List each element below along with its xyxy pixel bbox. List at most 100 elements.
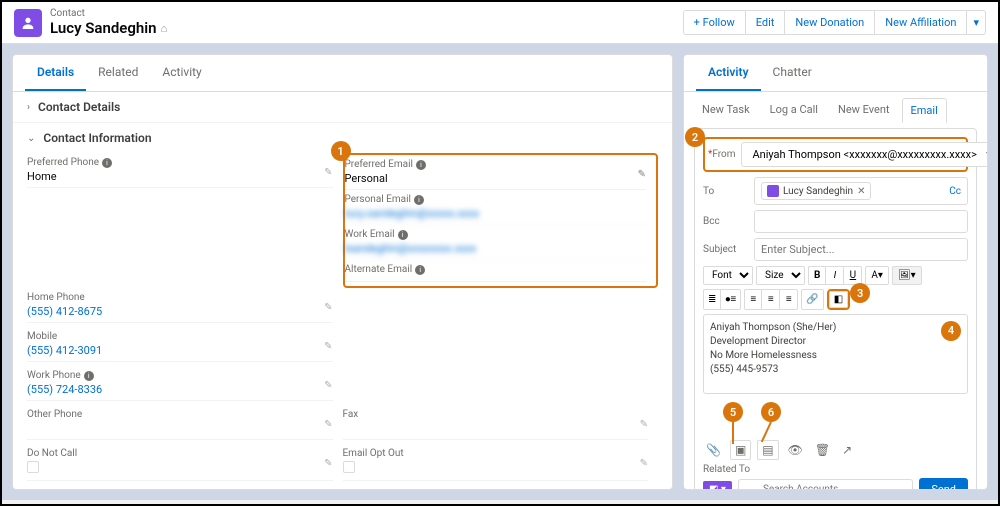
record-type-label: Contact (50, 8, 167, 19)
record-name: Lucy Sandeghin (50, 19, 157, 37)
email-composer: 2 *From Aniyah Thompson <xxxxxxx@xxxxxxx… (694, 128, 977, 490)
new-affiliation-button[interactable]: New Affiliation (875, 10, 967, 35)
left-tabs: Details Related Activity (13, 55, 672, 92)
label-alternate-email: Alternate Email (345, 264, 413, 275)
follow-label: Follow (703, 16, 735, 29)
insert-merge-field-button[interactable]: ▤ (757, 440, 778, 460)
label-work-email: Work Email (345, 229, 395, 240)
bcc-input[interactable] (754, 210, 968, 233)
sub-tab-new-event[interactable]: New Event (830, 98, 898, 122)
edit-icon[interactable]: ✎ (640, 458, 648, 469)
info-icon[interactable]: i (102, 158, 112, 168)
callout-6: 6 (761, 402, 781, 422)
info-icon[interactable]: i (416, 160, 426, 170)
bold-button[interactable]: B (808, 266, 826, 285)
edit-icon[interactable]: ✎ (324, 458, 332, 469)
text-color-button[interactable]: A▾ (865, 266, 889, 285)
sub-tab-email[interactable]: Email (902, 98, 947, 123)
activity-sub-tabs: New Task Log a Call New Event Email (684, 92, 987, 128)
label-personal-email: Personal Email (345, 194, 411, 205)
related-type-button[interactable]: ◩ ▾ (703, 481, 732, 490)
from-select[interactable]: Aniyah Thompson <xxxxxxx@xxxxxxxxx.xxxx> (741, 142, 988, 167)
edit-icon[interactable]: ✎ (640, 419, 648, 430)
bcc-label: Bcc (703, 216, 748, 227)
related-search-input[interactable] (738, 479, 913, 490)
details-panel: Details Related Activity ›Contact Detail… (12, 54, 673, 490)
bullet-list-button[interactable]: ≣ (703, 289, 721, 310)
from-label: From (712, 149, 735, 160)
label-preferred-email: Preferred Email (345, 159, 413, 170)
info-icon[interactable]: i (414, 195, 424, 205)
align-left-button[interactable]: ≡ (744, 289, 762, 310)
size-select[interactable]: Size (756, 266, 805, 285)
action-buttons: + Follow Edit New Donation New Affiliati… (683, 10, 986, 35)
tab-chatter[interactable]: Chatter (761, 55, 824, 91)
source-button[interactable]: ◧ (829, 291, 848, 308)
edit-icon[interactable]: ✎ (324, 419, 332, 430)
editor-toolbar: Font Size B I U A▾ 🖼▾ (703, 266, 968, 285)
label-email-opt-out: Email Opt Out (343, 448, 649, 459)
new-donation-button[interactable]: New Donation (785, 10, 875, 35)
link-button[interactable]: 🔗 (801, 289, 823, 310)
value-personal-email[interactable]: lucy.sandeghin@xxxxx.xxxx (345, 205, 647, 225)
edit-button[interactable]: Edit (746, 10, 786, 35)
tab-activity[interactable]: Activity (150, 55, 213, 91)
to-label: To (703, 186, 748, 197)
cc-link[interactable]: Cc (949, 186, 961, 197)
image-button[interactable]: 🖼▾ (892, 266, 922, 285)
remove-icon[interactable]: ✕ (857, 186, 865, 197)
label-mobile: Mobile (27, 331, 333, 342)
value-alternate-email (345, 275, 647, 282)
tab-details[interactable]: Details (25, 55, 86, 91)
follow-button[interactable]: + Follow (683, 10, 746, 35)
email-actions: 📎 ▣ ▤ 👁 🗑 ↗ (703, 440, 968, 460)
contact-icon (14, 9, 42, 37)
checkbox-email-opt-out[interactable] (343, 461, 355, 473)
edit-icon[interactable]: ✎ (324, 380, 332, 391)
signature-line: Development Director (710, 335, 961, 349)
label-preferred-phone: Preferred Phone (27, 157, 99, 168)
section-contact-details[interactable]: ›Contact Details (13, 92, 672, 122)
align-center-button[interactable]: ≡ (762, 289, 780, 310)
popout-icon[interactable]: ↗ (839, 440, 855, 460)
edit-icon[interactable]: ✎ (324, 341, 332, 352)
more-actions-button[interactable]: ▾ (967, 10, 986, 35)
font-select[interactable]: Font (703, 266, 753, 285)
edit-icon[interactable]: ✎ (324, 302, 332, 313)
preview-icon[interactable]: 👁 (785, 440, 806, 460)
value-home-phone[interactable]: (555) 412-8675 (27, 303, 333, 323)
info-icon[interactable]: i (398, 230, 408, 240)
italic-button[interactable]: I (826, 266, 844, 285)
callout-1: 1 (331, 141, 351, 161)
callout-4: 4 (941, 321, 961, 341)
align-right-button[interactable]: ≡ (780, 289, 798, 310)
clear-icon[interactable]: 🗑 (812, 440, 833, 460)
subject-label: Subject (703, 244, 748, 255)
tab-related[interactable]: Related (86, 55, 150, 91)
value-mobile[interactable]: (555) 412-3091 (27, 342, 333, 362)
email-body[interactable]: 4 Aniyah Thompson (She/Her) Development … (703, 314, 968, 394)
hierarchy-icon[interactable]: ⌂ (161, 22, 168, 35)
signature-line: (555) 445-9573 (710, 363, 961, 377)
info-icon[interactable]: i (415, 265, 425, 275)
edit-icon[interactable]: ✎ (638, 169, 646, 180)
subject-input[interactable] (754, 238, 968, 261)
to-field[interactable]: Lucy Sandeghin✕ Cc (754, 177, 968, 205)
right-tabs: Activity Chatter (684, 55, 987, 92)
info-icon[interactable]: i (84, 371, 94, 381)
value-work-email[interactable]: lsandeghin@xxxxxxxx.xxxx (345, 240, 647, 260)
tab-activity-right[interactable]: Activity (696, 55, 761, 91)
sub-tab-log-call[interactable]: Log a Call (762, 98, 826, 122)
sub-tab-new-task[interactable]: New Task (694, 98, 758, 122)
label-other-phone: Other Phone (27, 409, 333, 420)
send-button[interactable]: Send (919, 478, 968, 490)
attach-icon[interactable]: 📎 (703, 440, 724, 460)
signature-line: No More Homelessness (710, 349, 961, 363)
value-work-phone[interactable]: (555) 724-8336 (27, 381, 333, 401)
checkbox-do-not-call[interactable] (27, 461, 39, 473)
related-to-label: Related To (703, 464, 968, 475)
callout-3: 3 (850, 283, 870, 303)
edit-icon[interactable]: ✎ (324, 167, 332, 178)
number-list-button[interactable]: ⦁≡ (721, 289, 741, 310)
to-pill[interactable]: Lucy Sandeghin✕ (761, 182, 871, 200)
